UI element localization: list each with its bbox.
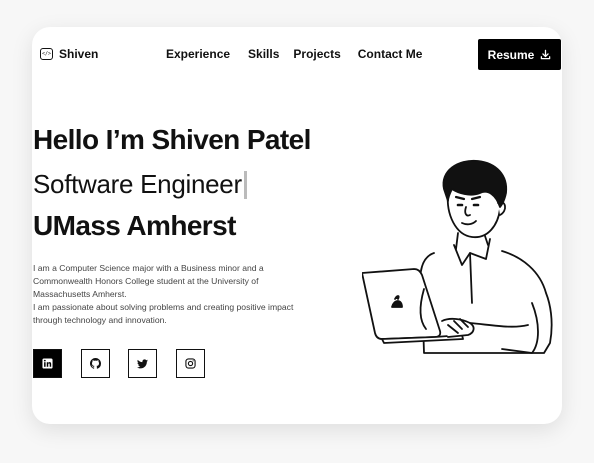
hero-card: </> Shiven Experience Skills Projects Co… bbox=[32, 27, 562, 424]
brand-logo[interactable]: </> Shiven bbox=[40, 47, 98, 61]
nav-link-experience[interactable]: Experience bbox=[166, 47, 230, 61]
nav-link-projects[interactable]: Projects bbox=[293, 47, 340, 61]
bio-paragraph-2: I am passionate about solving problems a… bbox=[33, 302, 294, 325]
resume-button[interactable]: Resume bbox=[478, 39, 561, 70]
hero-role-line: Software Engineer bbox=[33, 169, 247, 200]
hero-greeting: Hello I’m Shiven Patel bbox=[33, 124, 311, 155]
github-icon bbox=[90, 358, 101, 369]
typing-cursor bbox=[243, 170, 247, 199]
twitter-button[interactable] bbox=[128, 349, 157, 378]
download-icon bbox=[541, 49, 551, 60]
brand-name: Shiven bbox=[59, 47, 99, 61]
hero-role: Software Engineer bbox=[33, 169, 242, 199]
navbar: </> Shiven Experience Skills Projects Co… bbox=[32, 27, 562, 83]
instagram-button[interactable] bbox=[176, 349, 205, 378]
developer-illustration bbox=[362, 159, 553, 354]
hero-school: UMass Amherst bbox=[33, 210, 236, 241]
linkedin-icon bbox=[42, 358, 53, 369]
code-icon: </> bbox=[40, 48, 53, 60]
social-links bbox=[33, 349, 205, 378]
linkedin-button[interactable] bbox=[33, 349, 62, 378]
hero-bio: I am a Computer Science major with a Bus… bbox=[33, 262, 318, 327]
github-button[interactable] bbox=[81, 349, 110, 378]
nav-link-skills[interactable]: Skills bbox=[248, 47, 279, 61]
nav-link-contact[interactable]: Contact Me bbox=[358, 47, 423, 61]
instagram-icon bbox=[185, 358, 196, 369]
nav-links: Experience Skills Projects Contact Me bbox=[166, 47, 422, 61]
resume-label: Resume bbox=[487, 47, 535, 62]
bio-paragraph-1: I am a Computer Science major with a Bus… bbox=[33, 263, 264, 299]
twitter-icon bbox=[137, 358, 148, 368]
